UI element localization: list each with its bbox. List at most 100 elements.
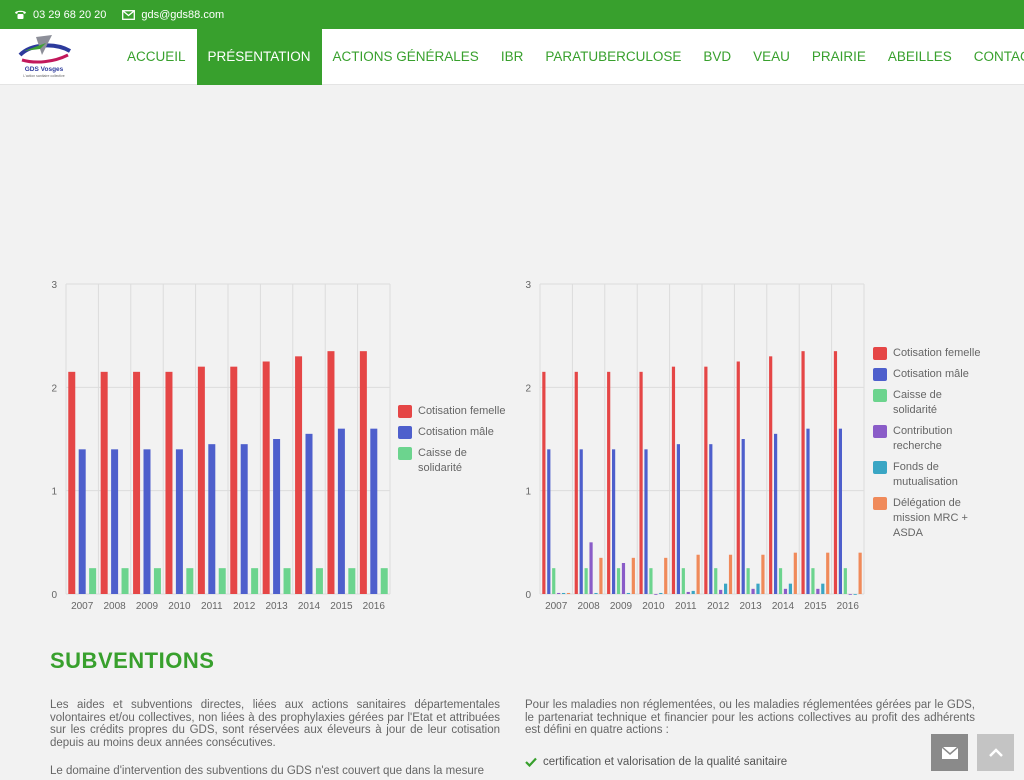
bar	[547, 449, 551, 594]
bar	[704, 366, 708, 594]
nav-accueil[interactable]: ACCUEIL	[116, 29, 197, 85]
contact-mail-button[interactable]	[931, 734, 968, 771]
table-cell: 0.00€	[848, 149, 977, 186]
x-tick-label: 2012	[707, 601, 730, 612]
table-cell: 0.05€	[692, 149, 745, 186]
bar	[251, 568, 259, 594]
x-tick-label: 2007	[545, 601, 568, 612]
bar	[218, 568, 226, 594]
table-row: Fond de mutualisation 0.03€ 0.10€ 0.10€ 0.10…	[50, 185, 977, 222]
row-label: Contribution recherche	[50, 149, 279, 186]
bar	[858, 552, 862, 594]
bar	[806, 428, 810, 594]
table-cell: 0.35€	[432, 222, 485, 259]
bar	[826, 552, 830, 594]
bar	[664, 557, 668, 594]
bar	[240, 444, 248, 594]
legend-swatch	[398, 405, 412, 418]
x-tick-label: 2011	[201, 601, 223, 612]
nav-actions-generales[interactable]: ACTIONS GÉNÉRALES	[322, 29, 490, 85]
nav-presentation[interactable]: PRÉSENTATION	[196, 29, 322, 85]
email-contact[interactable]: gds@gds88.com	[122, 9, 224, 21]
bar	[89, 568, 97, 594]
table-cell	[329, 222, 381, 259]
logo-tagline: L'action sanitaire collective	[23, 74, 65, 78]
bar	[649, 568, 653, 594]
nav-veau[interactable]: VEAU	[742, 29, 801, 85]
phone-contact[interactable]: 03 29 68 20 20	[14, 9, 106, 21]
table-cell: 0.25€	[536, 112, 589, 149]
legend-label: Fonds de mutualisation	[893, 461, 958, 488]
bar	[574, 371, 578, 594]
x-tick-label: 2010	[642, 601, 665, 612]
x-tick-label: 2015	[330, 601, 353, 612]
table-cell: 0.25€	[588, 112, 641, 149]
x-tick-label: 2010	[168, 601, 191, 612]
scroll-top-button[interactable]	[977, 734, 1014, 771]
gds-vosges-logo[interactable]: GDS Vosges L'action sanitaire collective	[12, 33, 76, 79]
bar	[801, 351, 805, 594]
section-title-subventions: SUBVENTIONS	[50, 648, 215, 673]
legend-item[interactable]: Contribution recherche	[873, 424, 985, 454]
bar	[337, 428, 345, 594]
bar	[714, 568, 718, 594]
check-icon	[525, 757, 537, 767]
chart-left-legend: Cotisation femelle Cotisation mâle Caisse …	[398, 404, 508, 482]
subventions-paragraph-left-1: Les aides et subventions directes, liées…	[50, 699, 500, 749]
table-cell: 0.23€	[380, 112, 433, 149]
table-cell: 0.00€	[484, 149, 537, 186]
bar	[607, 371, 611, 594]
nav-paratuberculose[interactable]: PARATUBERCULOSE	[534, 29, 692, 85]
bar	[143, 449, 151, 594]
table-cell	[329, 185, 381, 222]
action-list-item: certification et valorisation de la qual…	[525, 756, 787, 768]
nav-abeilles[interactable]: ABEILLES	[877, 29, 963, 85]
table-cell	[380, 185, 433, 222]
legend-label: Caisse de solidarité	[893, 389, 942, 416]
bar	[793, 552, 797, 594]
legend-item[interactable]: Cotisation femelle	[873, 346, 985, 361]
nav-ibr[interactable]: IBR	[490, 29, 535, 85]
y-tick-label: 2	[51, 383, 57, 394]
legend-item[interactable]: Cotisation mâle	[873, 367, 985, 382]
y-tick-label: 1	[51, 487, 57, 498]
subventions-paragraph-left-2: Le domaine d'intervention des subvention…	[50, 765, 484, 777]
legend-item[interactable]: Fonds de mutualisation	[873, 460, 985, 490]
x-tick-label: 2015	[804, 601, 827, 612]
table-cell: 0.00€	[848, 185, 977, 222]
table-row: Caisse de solidarité 0.23€ 0.25€ 0.25€ 0.25€…	[50, 112, 977, 149]
table-cell: 0.40€	[744, 222, 797, 259]
bar	[542, 371, 546, 594]
nav-prairie[interactable]: PRAIRIE	[801, 29, 877, 85]
table-cell: 0.10€	[692, 185, 745, 222]
x-tick-label: 2012	[233, 601, 256, 612]
table-cell	[278, 185, 330, 222]
bar	[380, 568, 388, 594]
table-cell: 0.30€	[432, 149, 485, 186]
table-cell: 0.04€	[588, 149, 641, 186]
bar	[746, 568, 750, 594]
bar	[68, 371, 76, 594]
bar	[121, 568, 129, 594]
bar	[723, 583, 728, 594]
main-navbar: GDS Vosges L'action sanitaire collective…	[0, 29, 1024, 85]
legend-item[interactable]: Caisse de solidarité	[398, 446, 508, 476]
nav-contact[interactable]: CONTACT	[963, 29, 1024, 85]
legend-item[interactable]: Cotisation femelle	[398, 404, 508, 419]
legend-item[interactable]: Caisse de solidarité	[873, 388, 985, 418]
legend-label: Cotisation mâle	[418, 426, 494, 438]
legend-label: Contribution recherche	[893, 425, 953, 452]
x-tick-label: 2016	[837, 601, 860, 612]
bar	[751, 588, 755, 594]
bar	[719, 589, 723, 594]
bar	[659, 592, 663, 594]
legend-item[interactable]: Cotisation mâle	[398, 425, 508, 440]
nav-bvd[interactable]: BVD	[692, 29, 742, 85]
bar	[769, 356, 773, 594]
legend-label: Délégation de mission MRC + ASDA	[893, 497, 968, 539]
legend-item[interactable]: Délégation de mission MRC + ASDA	[873, 496, 985, 541]
table-cell: 0.35€	[484, 222, 537, 259]
bar	[552, 568, 556, 594]
bar	[821, 583, 825, 594]
table-cell	[484, 185, 537, 222]
